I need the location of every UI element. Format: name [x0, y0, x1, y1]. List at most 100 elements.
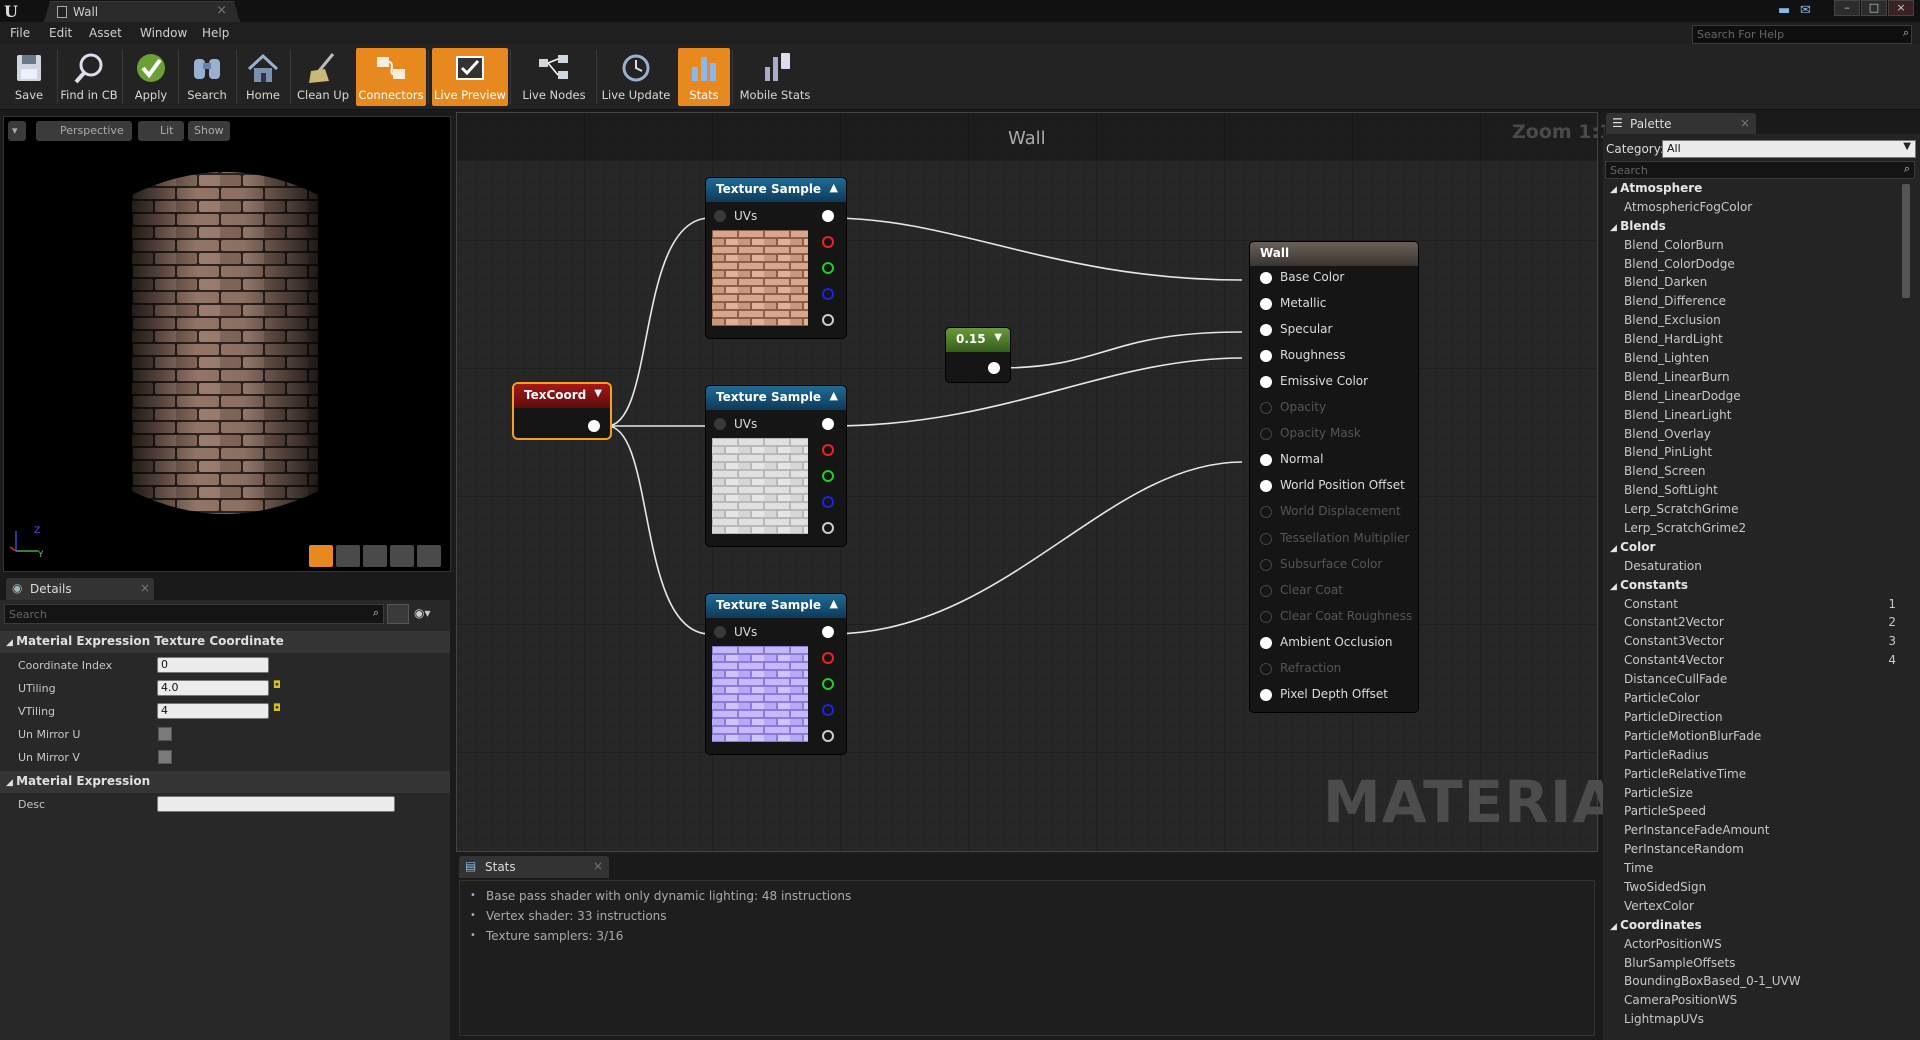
- palette-item[interactable]: Lerp_ScratchGrime2: [1606, 521, 1896, 540]
- metallic-input-pin-icon[interactable]: [1260, 298, 1272, 311]
- alpha-output-pin-icon[interactable]: [822, 730, 834, 742]
- palette-item[interactable]: Blend_Overlay: [1606, 427, 1896, 446]
- normal-input-pin-icon[interactable]: [1260, 454, 1272, 467]
- green-output-pin-icon[interactable]: [822, 678, 834, 690]
- collapse-arrow-icon[interactable]: ▼: [994, 332, 1002, 343]
- live-nodes-button[interactable]: Live Nodes: [514, 48, 594, 106]
- preview-plane-button[interactable]: [363, 545, 387, 567]
- save-button[interactable]: Save: [3, 48, 55, 106]
- palette-category-coordinates[interactable]: ◢ Coordinates: [1606, 918, 1896, 937]
- live-update-button[interactable]: Live Update: [596, 48, 676, 106]
- stats-tab[interactable]: ▤ Stats ×: [459, 856, 609, 878]
- rgb-output-pin-icon[interactable]: [822, 626, 834, 638]
- close-details-tab-icon[interactable]: ×: [140, 581, 150, 595]
- palette-item[interactable]: ParticleRadius: [1606, 748, 1896, 767]
- palette-item[interactable]: Constant 1: [1606, 597, 1896, 616]
- palette-category-atmosphere[interactable]: ◢ Atmosphere: [1606, 181, 1896, 200]
- blue-output-pin-icon[interactable]: [822, 704, 834, 716]
- base-color-input-pin-icon[interactable]: [1260, 272, 1272, 284]
- preview-cube-button[interactable]: [390, 545, 414, 567]
- search-button[interactable]: Search: [180, 48, 234, 106]
- rgb-output-pin-icon[interactable]: [822, 418, 834, 430]
- palette-scrollbar[interactable]: [1902, 184, 1910, 298]
- palette-item[interactable]: Blend_Screen: [1606, 464, 1896, 483]
- reset-to-default-icon[interactable]: ◘: [273, 703, 281, 714]
- palette-item[interactable]: Lerp_ScratchGrime: [1606, 502, 1896, 521]
- material-graph[interactable]: [456, 112, 1598, 852]
- visibility-eye-icon[interactable]: ◉▾: [414, 606, 431, 620]
- palette-item[interactable]: PerInstanceRandom: [1606, 842, 1896, 861]
- palette-item[interactable]: Blend_Exclusion: [1606, 313, 1896, 332]
- texcoord-node[interactable]: TexCoord ▼: [514, 384, 610, 438]
- uvs-input-pin-icon[interactable]: [714, 210, 726, 222]
- property-matrix-icon[interactable]: [387, 604, 409, 624]
- home-button[interactable]: Home: [238, 48, 288, 106]
- engine-logo-icon[interactable]: U: [4, 2, 24, 21]
- palette-category-blends[interactable]: ◢ Blends: [1606, 219, 1896, 238]
- preview-cylinder-button[interactable]: [309, 545, 333, 567]
- red-output-pin-icon[interactable]: [822, 652, 834, 664]
- help-search-input[interactable]: Search For Help ⌕: [1692, 25, 1912, 44]
- uvs-input-pin-icon[interactable]: [714, 418, 726, 430]
- category-select[interactable]: All ▼: [1662, 140, 1916, 158]
- reset-to-default-icon[interactable]: ◘: [273, 680, 281, 691]
- world-position-offset-input-pin-icon[interactable]: [1260, 480, 1272, 493]
- blue-output-pin-icon[interactable]: [822, 288, 834, 300]
- palette-item[interactable]: Blend_ColorDodge: [1606, 257, 1896, 276]
- green-output-pin-icon[interactable]: [822, 262, 834, 274]
- palette-item[interactable]: ParticleMotionBlurFade: [1606, 729, 1896, 748]
- section-texture-coordinate[interactable]: ◢ Material Expression Texture Coordinate: [0, 631, 450, 653]
- close-tab-icon[interactable]: ×: [216, 3, 227, 18]
- palette-item[interactable]: Blend_ColorBurn: [1606, 238, 1896, 257]
- connectors-button[interactable]: Connectors: [356, 48, 426, 106]
- palette-item[interactable]: ActorPositionWS: [1606, 937, 1896, 956]
- collapse-arrow-icon[interactable]: ▲: [830, 597, 838, 610]
- palette-item[interactable]: Constant3Vector 3: [1606, 634, 1896, 653]
- palette-item[interactable]: CameraPositionWS: [1606, 993, 1896, 1012]
- utiling-field[interactable]: 4.0: [157, 680, 269, 696]
- collapse-arrow-icon[interactable]: ▲: [830, 181, 838, 194]
- palette-item[interactable]: TwoSidedSign: [1606, 880, 1896, 899]
- rgb-output-pin-icon[interactable]: [822, 210, 834, 222]
- blue-output-pin-icon[interactable]: [822, 496, 834, 508]
- palette-item[interactable]: Blend_SoftLight: [1606, 483, 1896, 502]
- stats-button[interactable]: Stats: [678, 48, 730, 106]
- palette-category-constants[interactable]: ◢ Constants: [1606, 578, 1896, 597]
- menu-window[interactable]: Window: [140, 26, 187, 40]
- specular-input-pin-icon[interactable]: [1260, 324, 1272, 337]
- palette-item[interactable]: Blend_LinearLight: [1606, 408, 1896, 427]
- material-result-node[interactable]: Wall Base Color Metallic Specular Roughness…: [1250, 242, 1418, 712]
- minimize-button[interactable]: –: [1834, 0, 1860, 16]
- alpha-output-pin-icon[interactable]: [822, 522, 834, 534]
- apply-button[interactable]: Apply: [126, 48, 176, 106]
- feedback-icon[interactable]: ✉: [1800, 3, 1818, 19]
- palette-item[interactable]: DistanceCullFade: [1606, 672, 1896, 691]
- uvs-input-pin-icon[interactable]: [714, 626, 726, 638]
- palette-item[interactable]: Blend_HardLight: [1606, 332, 1896, 351]
- palette-category-color[interactable]: ◢ Color: [1606, 540, 1896, 559]
- menu-help[interactable]: Help: [202, 26, 229, 40]
- live-preview-button[interactable]: Live Preview: [432, 48, 508, 106]
- lit-button[interactable]: Lit: [138, 121, 184, 141]
- collapse-arrow-icon[interactable]: ▲: [830, 389, 838, 402]
- ambient-occlusion-input-pin-icon[interactable]: [1260, 636, 1272, 649]
- palette-item[interactable]: Time: [1606, 861, 1896, 880]
- emissive-color-input-pin-icon[interactable]: [1260, 376, 1272, 389]
- red-output-pin-icon[interactable]: [822, 444, 834, 456]
- palette-item[interactable]: ParticleRelativeTime: [1606, 767, 1896, 786]
- palette-item[interactable]: Blend_Lighten: [1606, 351, 1896, 370]
- find-in-cb-button[interactable]: Find in CB: [58, 48, 120, 106]
- pixel-depth-offset-input-pin-icon[interactable]: [1260, 688, 1272, 701]
- palette-item[interactable]: ParticleDirection: [1606, 710, 1896, 729]
- close-window-button[interactable]: ×: [1888, 0, 1914, 16]
- close-palette-tab-icon[interactable]: ×: [1740, 116, 1750, 130]
- green-output-pin-icon[interactable]: [822, 470, 834, 482]
- show-button[interactable]: Show: [188, 121, 230, 141]
- constant-node[interactable]: 0.15 ▼: [946, 328, 1010, 382]
- palette-item[interactable]: ParticleSize: [1606, 786, 1896, 805]
- document-tab[interactable]: Wall ×: [44, 1, 240, 22]
- vtiling-field[interactable]: 4: [157, 703, 269, 719]
- palette-item[interactable]: AtmosphericFogColor: [1606, 200, 1896, 219]
- palette-item[interactable]: Blend_LinearDodge: [1606, 389, 1896, 408]
- perspective-button[interactable]: Perspective: [36, 121, 132, 141]
